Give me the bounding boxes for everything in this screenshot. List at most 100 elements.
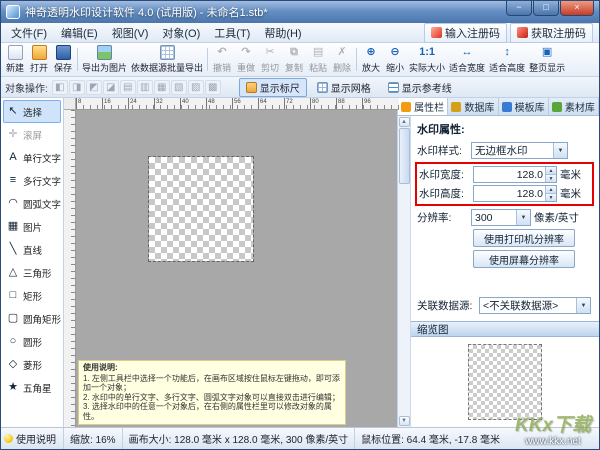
toolbar-button[interactable]: 打开	[27, 44, 51, 75]
help-button[interactable]: 使用说明	[1, 428, 64, 449]
toolbar-button-label: 适合宽度	[449, 61, 485, 74]
align-icon[interactable]: ▨	[188, 80, 204, 95]
tool-label: 直线	[23, 243, 42, 257]
tool-item[interactable]: ▢ 圆角矩形	[3, 307, 61, 330]
align-icon[interactable]: ▩	[205, 80, 221, 95]
toolbar-button[interactable]: ✂ 剪切	[258, 44, 282, 75]
toolbar-button[interactable]: 新建	[3, 44, 27, 75]
watermark-width-input[interactable]: 128.0 ▲▼	[473, 166, 557, 183]
use-printer-dpi-button[interactable]: 使用打印机分辨率	[473, 229, 575, 247]
watermark-style-select[interactable]: 无边框水印 ▼	[471, 142, 568, 159]
tool-item[interactable]: ◇ 菱形	[3, 353, 61, 376]
menu-item[interactable]: 编辑(E)	[54, 23, 105, 43]
canvas[interactable]: 使用说明: 1. 左侧工具栏中选择一个功能后，在画布区域按住鼠标左键拖动，即可添…	[76, 110, 399, 427]
scroll-down-icon[interactable]: ▼	[399, 416, 410, 426]
tool-item[interactable]: △ 三角形	[3, 261, 61, 284]
toolbar-button[interactable]: ↕ 适合高度	[487, 44, 527, 75]
use-screen-dpi-button[interactable]: 使用屏幕分辨率	[473, 250, 575, 268]
tool-item[interactable]: ★ 五角星	[3, 376, 61, 399]
toolbar-button[interactable]: 保存	[51, 44, 75, 75]
toolbar-button[interactable]: 1:1 实际大小	[407, 44, 447, 75]
panel-tab[interactable]: 素材库	[549, 98, 599, 115]
highlight-annotation-box: 水印宽度: 128.0 ▲▼ 毫米 水印高度: 128.0 ▲▼	[415, 162, 594, 206]
ruler-number: 56	[232, 98, 258, 109]
view-toggle-button[interactable]: 显示网格	[310, 78, 378, 97]
tool-item[interactable]: ▦ 图片	[3, 215, 61, 238]
tool-item[interactable]: ○ 圆形	[3, 330, 61, 353]
ruler-number: 72	[284, 98, 310, 109]
panel-tab[interactable]: 数据库	[448, 98, 498, 115]
toolbar-button[interactable]: 导出为图片	[80, 44, 129, 75]
tool-item[interactable]: ↖ 选择	[3, 100, 61, 123]
panel-scrollbar[interactable]: ▲ ▼	[398, 116, 411, 427]
scroll-up-icon[interactable]: ▲	[399, 117, 410, 127]
view-toggle-button[interactable]: 显示标尺	[239, 78, 307, 97]
maximize-button[interactable]: □	[533, 1, 559, 16]
ruler-corner	[64, 98, 76, 110]
toolbar-button[interactable]	[75, 44, 80, 75]
menu-item[interactable]: 对象(O)	[155, 23, 207, 43]
align-icon[interactable]: ◪	[103, 80, 119, 95]
tool-icon: ○	[5, 336, 21, 347]
tool-item[interactable]: ◠ 圆弧文字	[3, 192, 61, 215]
enter-register-code-button[interactable]: 输入注册码	[424, 23, 507, 43]
chevron-down-icon[interactable]: ▼	[516, 210, 530, 225]
toolbar-button[interactable]: ⊖ 缩小	[383, 44, 407, 75]
minimize-button[interactable]: −	[506, 1, 532, 16]
zoom-status: 缩放: 16%	[64, 428, 123, 449]
tool-item[interactable]: A 单行文字	[3, 146, 61, 169]
view-toggles: 显示标尺 显示网格 显示参考线	[239, 78, 459, 97]
toolbar-button[interactable]	[354, 44, 359, 75]
tool-item[interactable]: ╲ 直线	[3, 238, 61, 261]
watermark-style-label: 水印样式:	[415, 143, 471, 158]
toolbar-button[interactable]: ⊕ 放大	[359, 44, 383, 75]
close-button[interactable]: ×	[560, 1, 594, 16]
watermark-height-label: 水印高度:	[417, 186, 473, 201]
toolbar-button[interactable]: 依数据源批量导出	[129, 44, 205, 75]
tool-item[interactable]: ≡ 多行文字	[3, 169, 61, 192]
toolbar-button[interactable]: ✗ 删除	[330, 44, 354, 75]
align-icon[interactable]: ▥	[137, 80, 153, 95]
view-toggle-button[interactable]: 显示参考线	[381, 78, 459, 97]
menu-item[interactable]: 帮助(H)	[257, 23, 308, 43]
align-icon[interactable]: ◩	[86, 80, 102, 95]
tool-label: 单行文字	[23, 151, 61, 165]
view-toggle-icon	[388, 82, 399, 93]
panel-tab[interactable]: 属性栏	[398, 98, 448, 115]
tool-item[interactable]: ✛ 滚屏	[3, 123, 61, 146]
watermark-height-input[interactable]: 128.0 ▲▼	[473, 185, 557, 202]
tool-item[interactable]: □ 矩形	[3, 284, 61, 307]
resolution-select[interactable]: 300 ▼	[471, 209, 531, 226]
toolbar-button[interactable]: ▣ 整页显示	[527, 44, 567, 75]
panel-tab[interactable]: 模板库	[499, 98, 549, 115]
toolbar-button[interactable]: ▤ 粘贴	[306, 44, 330, 75]
lightbulb-icon	[4, 434, 13, 443]
toolbar-button[interactable]: ⧉ 复制	[282, 44, 306, 75]
datasource-select[interactable]: <不关联数据源> ▼	[479, 297, 591, 314]
resolution-value: 300	[475, 212, 516, 224]
scrollbar-thumb[interactable]	[399, 128, 410, 184]
align-icon[interactable]: ▦	[154, 80, 170, 95]
chevron-down-icon[interactable]: ▼	[576, 298, 590, 313]
get-register-code-button[interactable]: 获取注册码	[510, 23, 593, 43]
get-register-code-label: 获取注册码	[531, 25, 586, 41]
toolbar-button-icon	[56, 45, 71, 60]
chevron-down-icon[interactable]: ▼	[553, 143, 567, 158]
menu-item[interactable]: 工具(T)	[207, 23, 257, 43]
toolbar-button-label: 粘贴	[309, 61, 327, 74]
tool-label: 三角形	[23, 266, 52, 280]
align-icon[interactable]: ▤	[120, 80, 136, 95]
spinner-icons[interactable]: ▲▼	[545, 186, 556, 201]
toolbar-button[interactable]: ↔ 适合宽度	[447, 44, 487, 75]
align-icon[interactable]: ▧	[171, 80, 187, 95]
toolbar-button[interactable]: ↶ 撤销	[210, 44, 234, 75]
align-icon[interactable]: ◨	[69, 80, 85, 95]
watermark-preview[interactable]	[149, 157, 253, 261]
spinner-icons[interactable]: ▲▼	[545, 167, 556, 182]
menu-item[interactable]: 视图(V)	[105, 23, 156, 43]
menu-item[interactable]: 文件(F)	[4, 23, 54, 43]
object-operations-bar: 对象操作: ◧◨◩◪▤▥▦▧▨▩ 显示标尺 显示网格 显示参考线	[1, 77, 599, 98]
align-icon[interactable]: ◧	[52, 80, 68, 95]
usage-help-line: 1. 左侧工具栏中选择一个功能后，在画布区域按住鼠标左键拖动，即可添加一个对象；	[83, 374, 341, 393]
toolbar-button[interactable]: ↷ 重做	[234, 44, 258, 75]
